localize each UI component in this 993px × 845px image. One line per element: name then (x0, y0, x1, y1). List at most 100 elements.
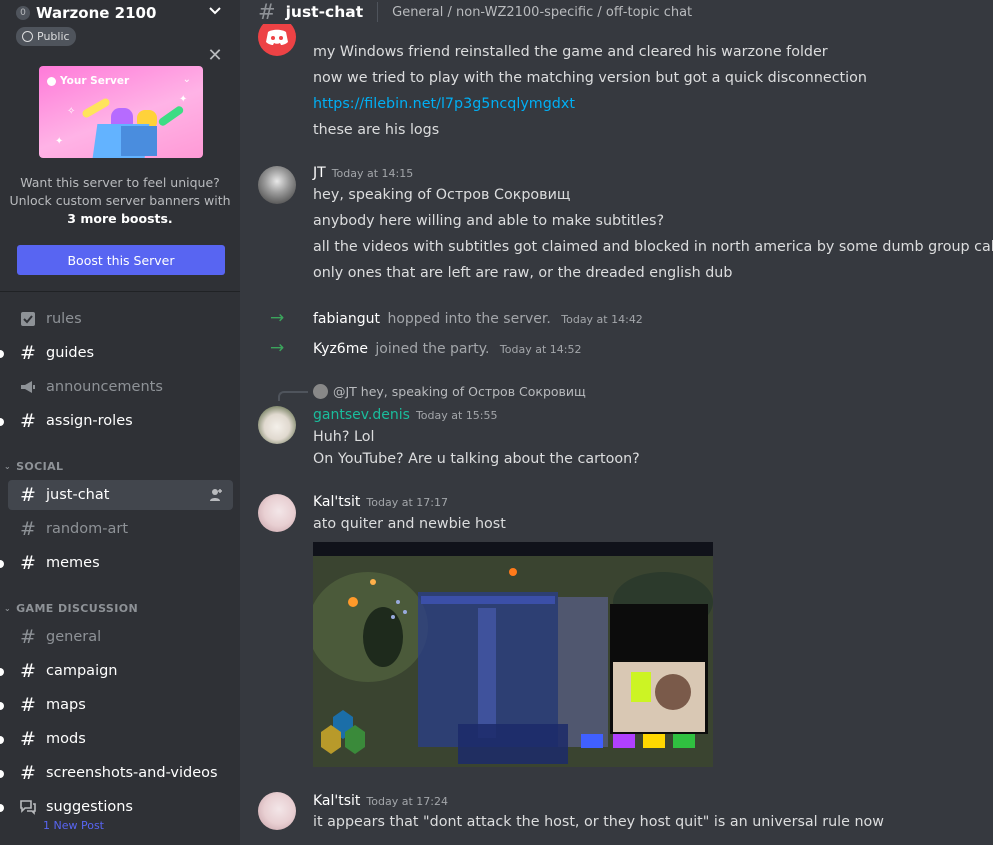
channel-rules[interactable]: rules (8, 304, 233, 334)
channel-suggestions[interactable]: suggestions (8, 792, 233, 822)
message-text: it appears that "dont attack the host, o… (313, 814, 884, 830)
channel-maps[interactable]: # maps (8, 690, 233, 720)
megaphone-icon (21, 381, 35, 393)
avatar[interactable] (258, 792, 296, 830)
timestamp: Today at 14:15 (331, 167, 414, 180)
message-text: all the videos with subtitles got claime… (313, 239, 993, 255)
game-screenshot-image (313, 542, 713, 767)
channel-label: rules (46, 311, 82, 327)
channel-label: announcements (46, 379, 163, 395)
reply-preview[interactable]: @JT hey, speaking of Остров Сокровищ (313, 384, 586, 399)
channel-random-art[interactable]: # random-art (8, 514, 233, 544)
discord-logo-icon (266, 29, 288, 45)
join-text: joined the party. (375, 341, 490, 357)
unread-indicator (0, 770, 4, 778)
channel-assign-roles[interactable]: # assign-roles (8, 406, 233, 436)
message-text: ato quiter and newbie host (313, 516, 506, 532)
boost-server-button[interactable]: Boost this Server (17, 245, 225, 275)
channel-announcements[interactable]: announcements (8, 372, 233, 402)
image-attachment[interactable] (313, 542, 713, 767)
channel-memes[interactable]: # memes (8, 548, 233, 578)
divider (0, 291, 240, 292)
category-label: GAME DISCUSSION (16, 602, 139, 615)
unread-indicator (0, 702, 4, 710)
avatar[interactable] (258, 494, 296, 532)
public-badge: Public (16, 27, 76, 46)
sparkle-icon: ✦ (179, 94, 188, 105)
close-icon[interactable]: ✕ (206, 47, 224, 65)
message-link-line: https://filebin.net/l7p3g5ncqlymgdxt (313, 96, 575, 112)
channel-sidebar: 0 Warzone 2100 Public ✕ Your Server ⌄ ✦ … (0, 0, 240, 845)
reply-avatar (313, 384, 328, 399)
avatar[interactable] (258, 24, 296, 56)
message-text: hey, speaking of Остров Сокровищ (313, 187, 571, 203)
join-arrow-icon: → (270, 308, 285, 328)
username[interactable]: JT (313, 165, 326, 181)
hash-icon: # (20, 552, 36, 574)
add-member-icon[interactable] (209, 488, 223, 502)
public-label: Public (37, 30, 70, 43)
channel-label: guides (46, 345, 95, 361)
illustration-leg (81, 97, 111, 119)
avatar[interactable] (258, 406, 296, 444)
username[interactable]: Kal'tsit (313, 793, 360, 809)
unread-indicator (0, 736, 4, 744)
unread-indicator (0, 804, 4, 812)
boost-text-line: Want this server to feel unique? (20, 175, 220, 190)
avatar[interactable] (258, 166, 296, 204)
channel-topic[interactable]: General / non-WZ2100-specific / off-topi… (392, 5, 692, 20)
channel-just-chat[interactable]: # just-chat (8, 480, 233, 510)
unread-indicator (0, 418, 4, 426)
message-link[interactable]: https://filebin.net/l7p3g5ncqlymgdxt (313, 96, 575, 112)
channel-guides[interactable]: # guides (8, 338, 233, 368)
channel-campaign[interactable]: # campaign (8, 656, 233, 686)
boost-banner-illustration: Your Server ⌄ ✦ ✦ ✧ (39, 66, 203, 158)
chevron-down-icon[interactable] (208, 4, 222, 18)
server-community-icon: 0 (16, 6, 30, 20)
banner-title: Your Server (60, 75, 130, 87)
channel-screenshots-and-videos[interactable]: # screenshots-and-videos (8, 758, 233, 788)
join-text: hopped into the server. (387, 311, 551, 327)
system-join-message: Kyz6me joined the party. Today at 14:52 (313, 341, 581, 357)
timestamp: Today at 14:52 (499, 343, 582, 356)
chevron-down-icon: ⌄ (4, 462, 12, 471)
message-text: my Windows friend reinstalled the game a… (313, 44, 828, 60)
boost-description: Want this server to feel unique? Unlock … (0, 174, 240, 228)
channel-label: campaign (46, 663, 118, 679)
username[interactable]: fabiangut (313, 311, 380, 327)
message-text: anybody here willing and able to make su… (313, 213, 665, 229)
channel-header: # just-chat General / non-WZ2100-specifi… (240, 0, 993, 24)
rules-icon (21, 312, 35, 326)
timestamp: Today at 14:42 (561, 313, 643, 326)
server-header[interactable]: 0 Warzone 2100 (0, 0, 240, 26)
message-list[interactable]: my Windows friend reinstalled the game a… (240, 24, 993, 845)
message-text: only ones that are left are raw, or the … (313, 265, 733, 281)
message-header: JT Today at 14:15 (313, 165, 413, 181)
channel-label: screenshots-and-videos (46, 765, 218, 781)
reply-text: @JT hey, speaking of Остров Сокровищ (333, 384, 586, 399)
server-name: Warzone 2100 (36, 4, 157, 22)
hash-icon: # (20, 660, 36, 682)
unread-indicator (0, 350, 4, 358)
divider (377, 2, 379, 22)
username[interactable]: gantsev.denis (313, 407, 410, 423)
message-text: these are his logs (313, 122, 440, 138)
channel-label: assign-roles (46, 413, 133, 429)
channel-general[interactable]: # general (8, 622, 233, 652)
message-header: Kal'tsit Today at 17:17 (313, 494, 448, 510)
category-game-discussion[interactable]: ⌄ GAME DISCUSSION (4, 602, 138, 615)
message-text: now we tried to play with the matching v… (313, 70, 867, 86)
banner-mini-header: Your Server (47, 73, 195, 89)
hash-icon: # (20, 518, 36, 540)
channel-mods[interactable]: # mods (8, 724, 233, 754)
username[interactable]: Kyz6me (313, 341, 368, 357)
channel-label: just-chat (46, 487, 110, 503)
illustration-box (121, 126, 157, 156)
username[interactable]: Kal'tsit (313, 494, 360, 510)
category-social[interactable]: ⌄ SOCIAL (4, 460, 63, 473)
category-label: SOCIAL (16, 460, 64, 473)
illustration-leg (157, 104, 185, 128)
message-text: Huh? Lol (313, 429, 375, 445)
channel-label: memes (46, 555, 100, 571)
chevron-down-icon: ⌄ (182, 74, 191, 85)
